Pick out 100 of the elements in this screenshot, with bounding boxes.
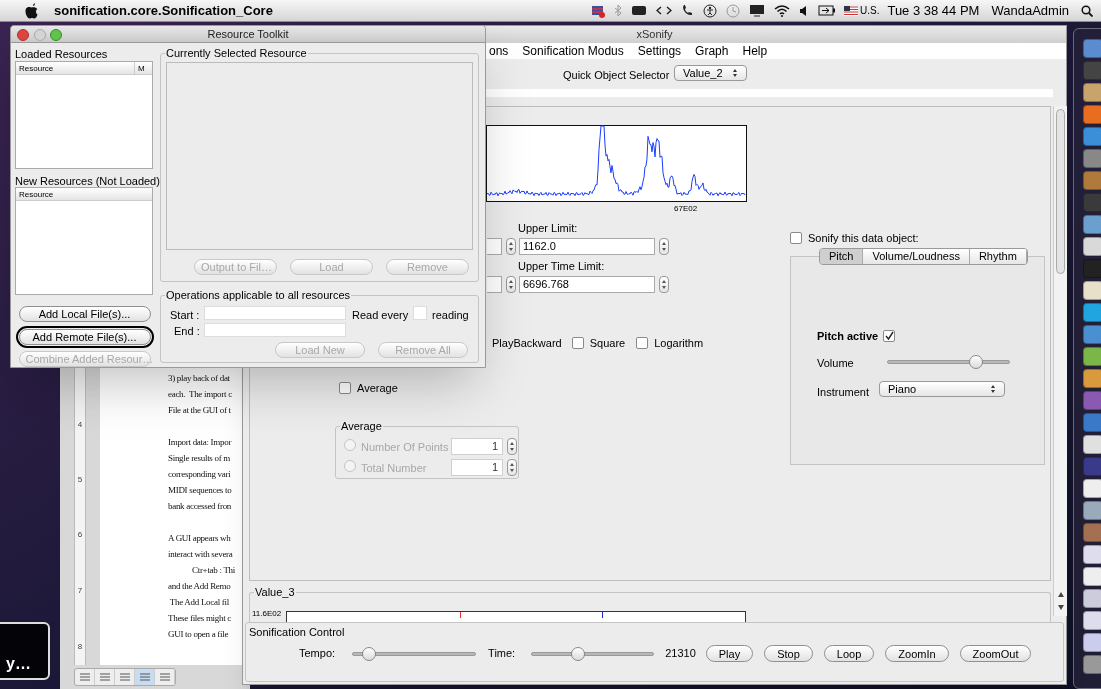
slider-thumb[interactable] <box>362 646 377 661</box>
app-icon[interactable] <box>1083 149 1101 168</box>
app-icon[interactable] <box>1083 369 1101 388</box>
lines-icon <box>78 672 91 682</box>
up-down-arrows-icon <box>661 241 667 252</box>
app-icon[interactable] <box>1083 39 1101 58</box>
clock: Tue 3 38 44 PM <box>887 1 980 20</box>
app-icon[interactable] <box>1083 61 1101 80</box>
text-line: File at the GUI of t <box>168 404 232 417</box>
app-icon[interactable] <box>1083 611 1101 630</box>
text-line: MIDI sequences to <box>168 484 233 497</box>
app-icon[interactable] <box>1083 435 1101 454</box>
app-icon[interactable] <box>1083 215 1101 234</box>
app-icon[interactable] <box>1083 171 1101 190</box>
slider[interactable] <box>887 355 1010 369</box>
text-line: GUI to open a file <box>168 628 230 641</box>
checkbox[interactable] <box>571 337 584 350</box>
slider-thumb[interactable] <box>968 355 983 369</box>
input-field[interactable] <box>487 276 502 293</box>
button[interactable]: Add Local File(s)... <box>18 305 151 322</box>
menu-item[interactable]: Graph <box>695 42 729 60</box>
app-icon[interactable] <box>1083 589 1101 608</box>
checkbox-label: Pitch active <box>817 329 879 344</box>
scroll-thumb[interactable] <box>1056 109 1065 274</box>
lines-icon <box>158 672 171 682</box>
button[interactable]: Stop <box>764 645 813 662</box>
phone-icon <box>680 4 694 17</box>
text-line: Import data: Impor <box>168 436 233 449</box>
app-icon[interactable] <box>1083 501 1101 520</box>
slider-label: Time: <box>488 646 516 662</box>
radio-label: Number Of Points <box>361 440 449 455</box>
app-icon[interactable] <box>1083 523 1101 542</box>
apple-icon <box>24 2 38 19</box>
slider[interactable] <box>352 646 477 661</box>
app-icon[interactable] <box>1083 457 1101 476</box>
checkbox[interactable] <box>790 232 802 245</box>
checkbox[interactable] <box>339 382 351 395</box>
app-icon[interactable] <box>1083 545 1101 564</box>
app-icon[interactable] <box>1083 193 1101 212</box>
view-button[interactable] <box>135 669 155 685</box>
column-header[interactable]: M <box>134 62 152 74</box>
checkbox[interactable] <box>883 330 896 343</box>
tab[interactable]: Volume/Loudness <box>863 249 970 264</box>
app-icon[interactable] <box>1083 413 1101 432</box>
text-line: corresponding vari <box>168 468 232 481</box>
app-icon[interactable] <box>1083 633 1101 652</box>
app-icon[interactable] <box>1083 655 1101 674</box>
spinner-button[interactable] <box>659 276 669 293</box>
app-icon[interactable] <box>1083 347 1101 366</box>
window-title: Resource Toolkit <box>207 26 289 42</box>
column-header[interactable]: Resource <box>16 188 152 200</box>
input-field[interactable] <box>487 238 502 255</box>
app-icon[interactable] <box>1083 391 1101 410</box>
app-icon[interactable] <box>1083 105 1101 124</box>
up-down-arrows-icon <box>509 441 515 452</box>
slider-label: Volume <box>817 356 854 371</box>
slider-thumb[interactable] <box>570 646 585 661</box>
button[interactable]: ZoomIn <box>885 645 949 662</box>
dropdown[interactable]: Piano <box>879 381 1005 397</box>
checkbox[interactable] <box>636 337 649 350</box>
scrollbar[interactable] <box>1053 106 1067 616</box>
spinner-button[interactable] <box>506 238 516 255</box>
flag-icon <box>590 3 605 18</box>
dropdown[interactable]: Value_2 <box>674 65 747 81</box>
button[interactable]: ZoomOut <box>959 645 1032 662</box>
app-icon[interactable] <box>1083 479 1101 498</box>
spinner-button[interactable] <box>506 276 516 293</box>
search-icon <box>1081 4 1093 17</box>
app-icon[interactable] <box>1083 325 1101 344</box>
tab[interactable]: Rhythm <box>969 249 1027 264</box>
checkbox-label: Average <box>357 381 398 396</box>
button[interactable]: Play <box>705 645 754 662</box>
menu-item[interactable]: Sonification Modus <box>522 42 624 60</box>
button[interactable]: Add Remote File(s)... <box>18 328 151 345</box>
spinner-button[interactable] <box>659 238 669 255</box>
menu-item[interactable]: Help <box>742 42 768 60</box>
app-icon[interactable] <box>1083 237 1101 256</box>
app-icon[interactable] <box>1083 303 1101 322</box>
lines-icon <box>118 672 131 682</box>
input-field[interactable]: 1162.0 <box>519 238 655 255</box>
code-icon <box>655 5 672 16</box>
app-icon[interactable] <box>1083 83 1101 102</box>
menu-item[interactable]: ons <box>489 42 509 60</box>
ruler-number: 4 <box>77 420 83 430</box>
clock-icon <box>725 3 740 18</box>
input-field[interactable]: 6696.768 <box>519 276 655 293</box>
slider[interactable] <box>531 646 655 661</box>
tab[interactable]: Pitch <box>820 249 864 264</box>
app-icon[interactable] <box>1083 281 1101 300</box>
menu-item[interactable]: Settings <box>637 42 682 60</box>
column-header[interactable]: Resource <box>16 62 134 74</box>
app-icon[interactable] <box>1083 127 1101 146</box>
button[interactable]: Loop <box>823 645 875 662</box>
text-line: 3) play back of dat <box>168 372 231 385</box>
group-title: Value_3 <box>254 585 296 599</box>
app-icon[interactable] <box>1083 567 1101 586</box>
panel-text: y… <box>6 654 31 674</box>
user-name: WandaAdmin <box>991 1 1069 20</box>
axis-label: 67E02 <box>674 203 698 215</box>
battery-icon <box>817 5 836 16</box>
